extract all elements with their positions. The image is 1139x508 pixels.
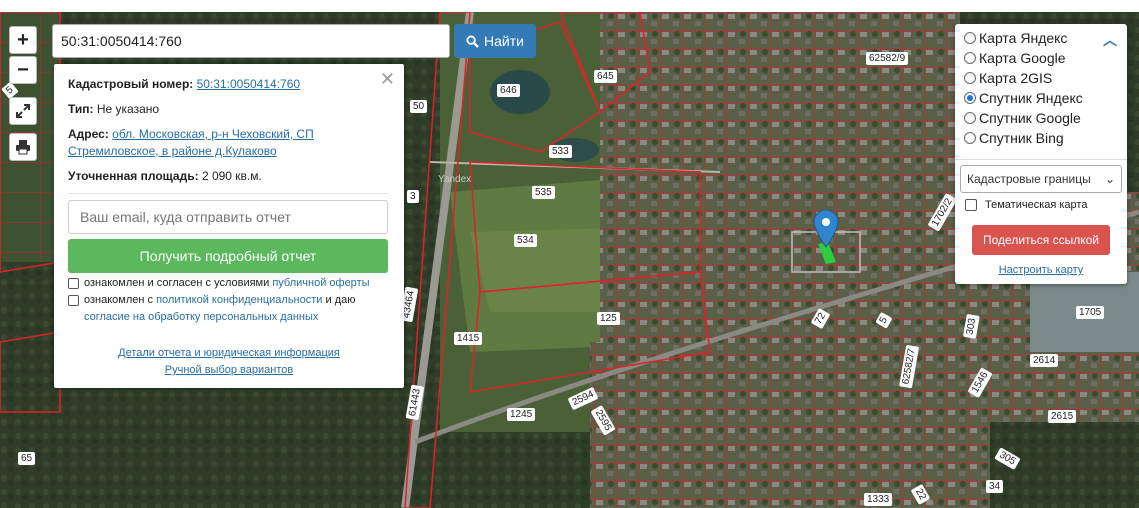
configure-map-link[interactable]: Настроить карту (955, 264, 1127, 276)
zoom-in-button[interactable]: + (9, 26, 37, 54)
layer-option-label: Спутник Яндекс (979, 90, 1083, 106)
location-marker-icon[interactable] (813, 210, 839, 248)
cadastral-number-row: Кадастровый номер: 50:31:0050414:760 (68, 76, 388, 93)
layer-option-label: Спутник Google (979, 110, 1081, 126)
area-value: 2 090 кв.м. (201, 169, 262, 183)
parcel-label: 646 (497, 84, 520, 97)
chevron-up-icon[interactable]: ︿ (1103, 30, 1117, 50)
chevron-down-icon: ⌄ (1104, 172, 1115, 186)
radio-button[interactable] (964, 52, 976, 64)
cadastral-search-input[interactable] (52, 24, 450, 58)
offer-agree-checkbox[interactable] (68, 278, 79, 289)
layer-option-yandex-satellite[interactable]: Спутник Яндекс (964, 88, 1083, 108)
layer-option-yandex-map[interactable]: Карта Яндекс (964, 28, 1067, 48)
radio-button[interactable] (964, 112, 976, 124)
address-link-line1[interactable]: обл. Московская, р-н Чеховский, СП (112, 127, 314, 141)
map-watermark: Yandex (438, 174, 472, 185)
parcel-label: 65 (18, 452, 36, 465)
parcel-label: 2614 (1030, 354, 1059, 367)
offer-agree-prefix: ознакомлен и согласен с условиями (84, 277, 270, 289)
radio-button[interactable] (964, 72, 976, 84)
parcel-label: 535 (532, 186, 555, 199)
search-button-label: Найти (484, 33, 524, 49)
area-label: Уточненная площадь: (68, 169, 199, 183)
search-button[interactable]: Найти (454, 24, 536, 58)
parcel-label: 1245 (507, 408, 536, 421)
print-button[interactable] (9, 133, 37, 161)
privacy-policy-link[interactable]: политикой конфиденциальности (156, 294, 322, 306)
parcel-label: 534 (514, 234, 537, 247)
radio-button[interactable] (964, 32, 976, 44)
expand-icon (16, 104, 30, 118)
parcel-label: 533 (549, 145, 572, 158)
overlay-select-value: Кадастровые границы (967, 172, 1091, 186)
parcel-label: 2615 (1048, 410, 1077, 423)
cadastral-number-label: Кадастровый номер: (68, 77, 194, 91)
parcel-label: 1705 (1076, 306, 1105, 319)
thematic-map-toggle[interactable]: Тематическая карта (965, 199, 1087, 211)
email-field[interactable] (68, 200, 388, 234)
manual-selection-link[interactable]: Ручной выбор вариантов (54, 364, 404, 376)
layer-option-label: Спутник Bing (979, 130, 1064, 146)
layer-option-2gis-map[interactable]: Карта 2GIS (964, 68, 1052, 88)
address-label: Адрес: (68, 127, 109, 141)
layer-option-google-satellite[interactable]: Спутник Google (964, 108, 1081, 128)
report-details-link[interactable]: Детали отчета и юридическая информация (54, 347, 404, 359)
top-strip (0, 0, 1139, 12)
layer-option-label: Карта Яндекс (979, 30, 1068, 46)
privacy-agree-mid: и даю (325, 294, 356, 306)
type-value: Не указано (96, 102, 160, 116)
public-offer-link[interactable]: публичной оферты (272, 277, 369, 289)
layer-option-label: Карта 2GIS (979, 70, 1053, 86)
layer-option-label: Карта Google (979, 50, 1066, 66)
parcel-label: 3 (407, 190, 419, 203)
print-icon (16, 140, 30, 155)
data-processing-consent-link[interactable]: согласие на обработку персональных данны… (84, 311, 318, 323)
layer-option-bing-satellite[interactable]: Спутник Bing (964, 128, 1064, 148)
map-layers-panel: ︿ Карта Яндекс Карта Google Карта 2GIS С… (955, 24, 1127, 284)
parcel-label: 125 (597, 312, 620, 325)
type-row: Тип: Не указано (68, 101, 388, 118)
radio-button-selected[interactable] (964, 92, 976, 104)
cadastral-number-link[interactable]: 50:31:0050414:760 (197, 77, 300, 91)
overlay-select[interactable]: Кадастровые границы ⌄ (960, 165, 1122, 193)
offer-agree-text: ознакомлен и согласен с условиями публич… (84, 275, 384, 292)
zoom-out-button[interactable]: − (9, 56, 37, 84)
search-icon (466, 34, 479, 48)
parcel-info-panel: ✕ Кадастровый номер: 50:31:0050414:760 Т… (54, 64, 404, 388)
address-link-line2[interactable]: Стремиловское, в районе д.Кулаково (68, 144, 277, 158)
info-divider (68, 193, 388, 194)
parcel-label: 645 (594, 70, 617, 83)
area-row: Уточненная площадь: 2 090 кв.м. (68, 168, 388, 185)
layer-option-google-map[interactable]: Карта Google (964, 48, 1066, 68)
radio-button[interactable] (964, 132, 976, 144)
get-report-button[interactable]: Получить подробный отчет (68, 239, 388, 273)
type-label: Тип: (68, 102, 94, 116)
share-link-button[interactable]: Поделиться ссылкой (972, 225, 1110, 255)
thematic-map-label: Тематическая карта (985, 199, 1088, 211)
parcel-label: 34 (986, 480, 1004, 493)
layer-divider (955, 159, 1127, 160)
privacy-agree-text: ознакомлен с политикой конфиденциальност… (84, 292, 384, 326)
fullscreen-button[interactable] (9, 97, 37, 125)
parcel-label: 1415 (454, 332, 483, 345)
parcel-label: 50 (410, 100, 428, 113)
address-row: Адрес: обл. Московская, р-н Чеховский, С… (68, 126, 388, 160)
thematic-map-checkbox[interactable] (965, 199, 977, 211)
privacy-agree-checkbox[interactable] (68, 295, 79, 306)
parcel-label: 62582/9 (866, 52, 909, 65)
privacy-agree-prefix: ознакомлен с (84, 294, 154, 306)
parcel-label: 1333 (864, 493, 893, 506)
